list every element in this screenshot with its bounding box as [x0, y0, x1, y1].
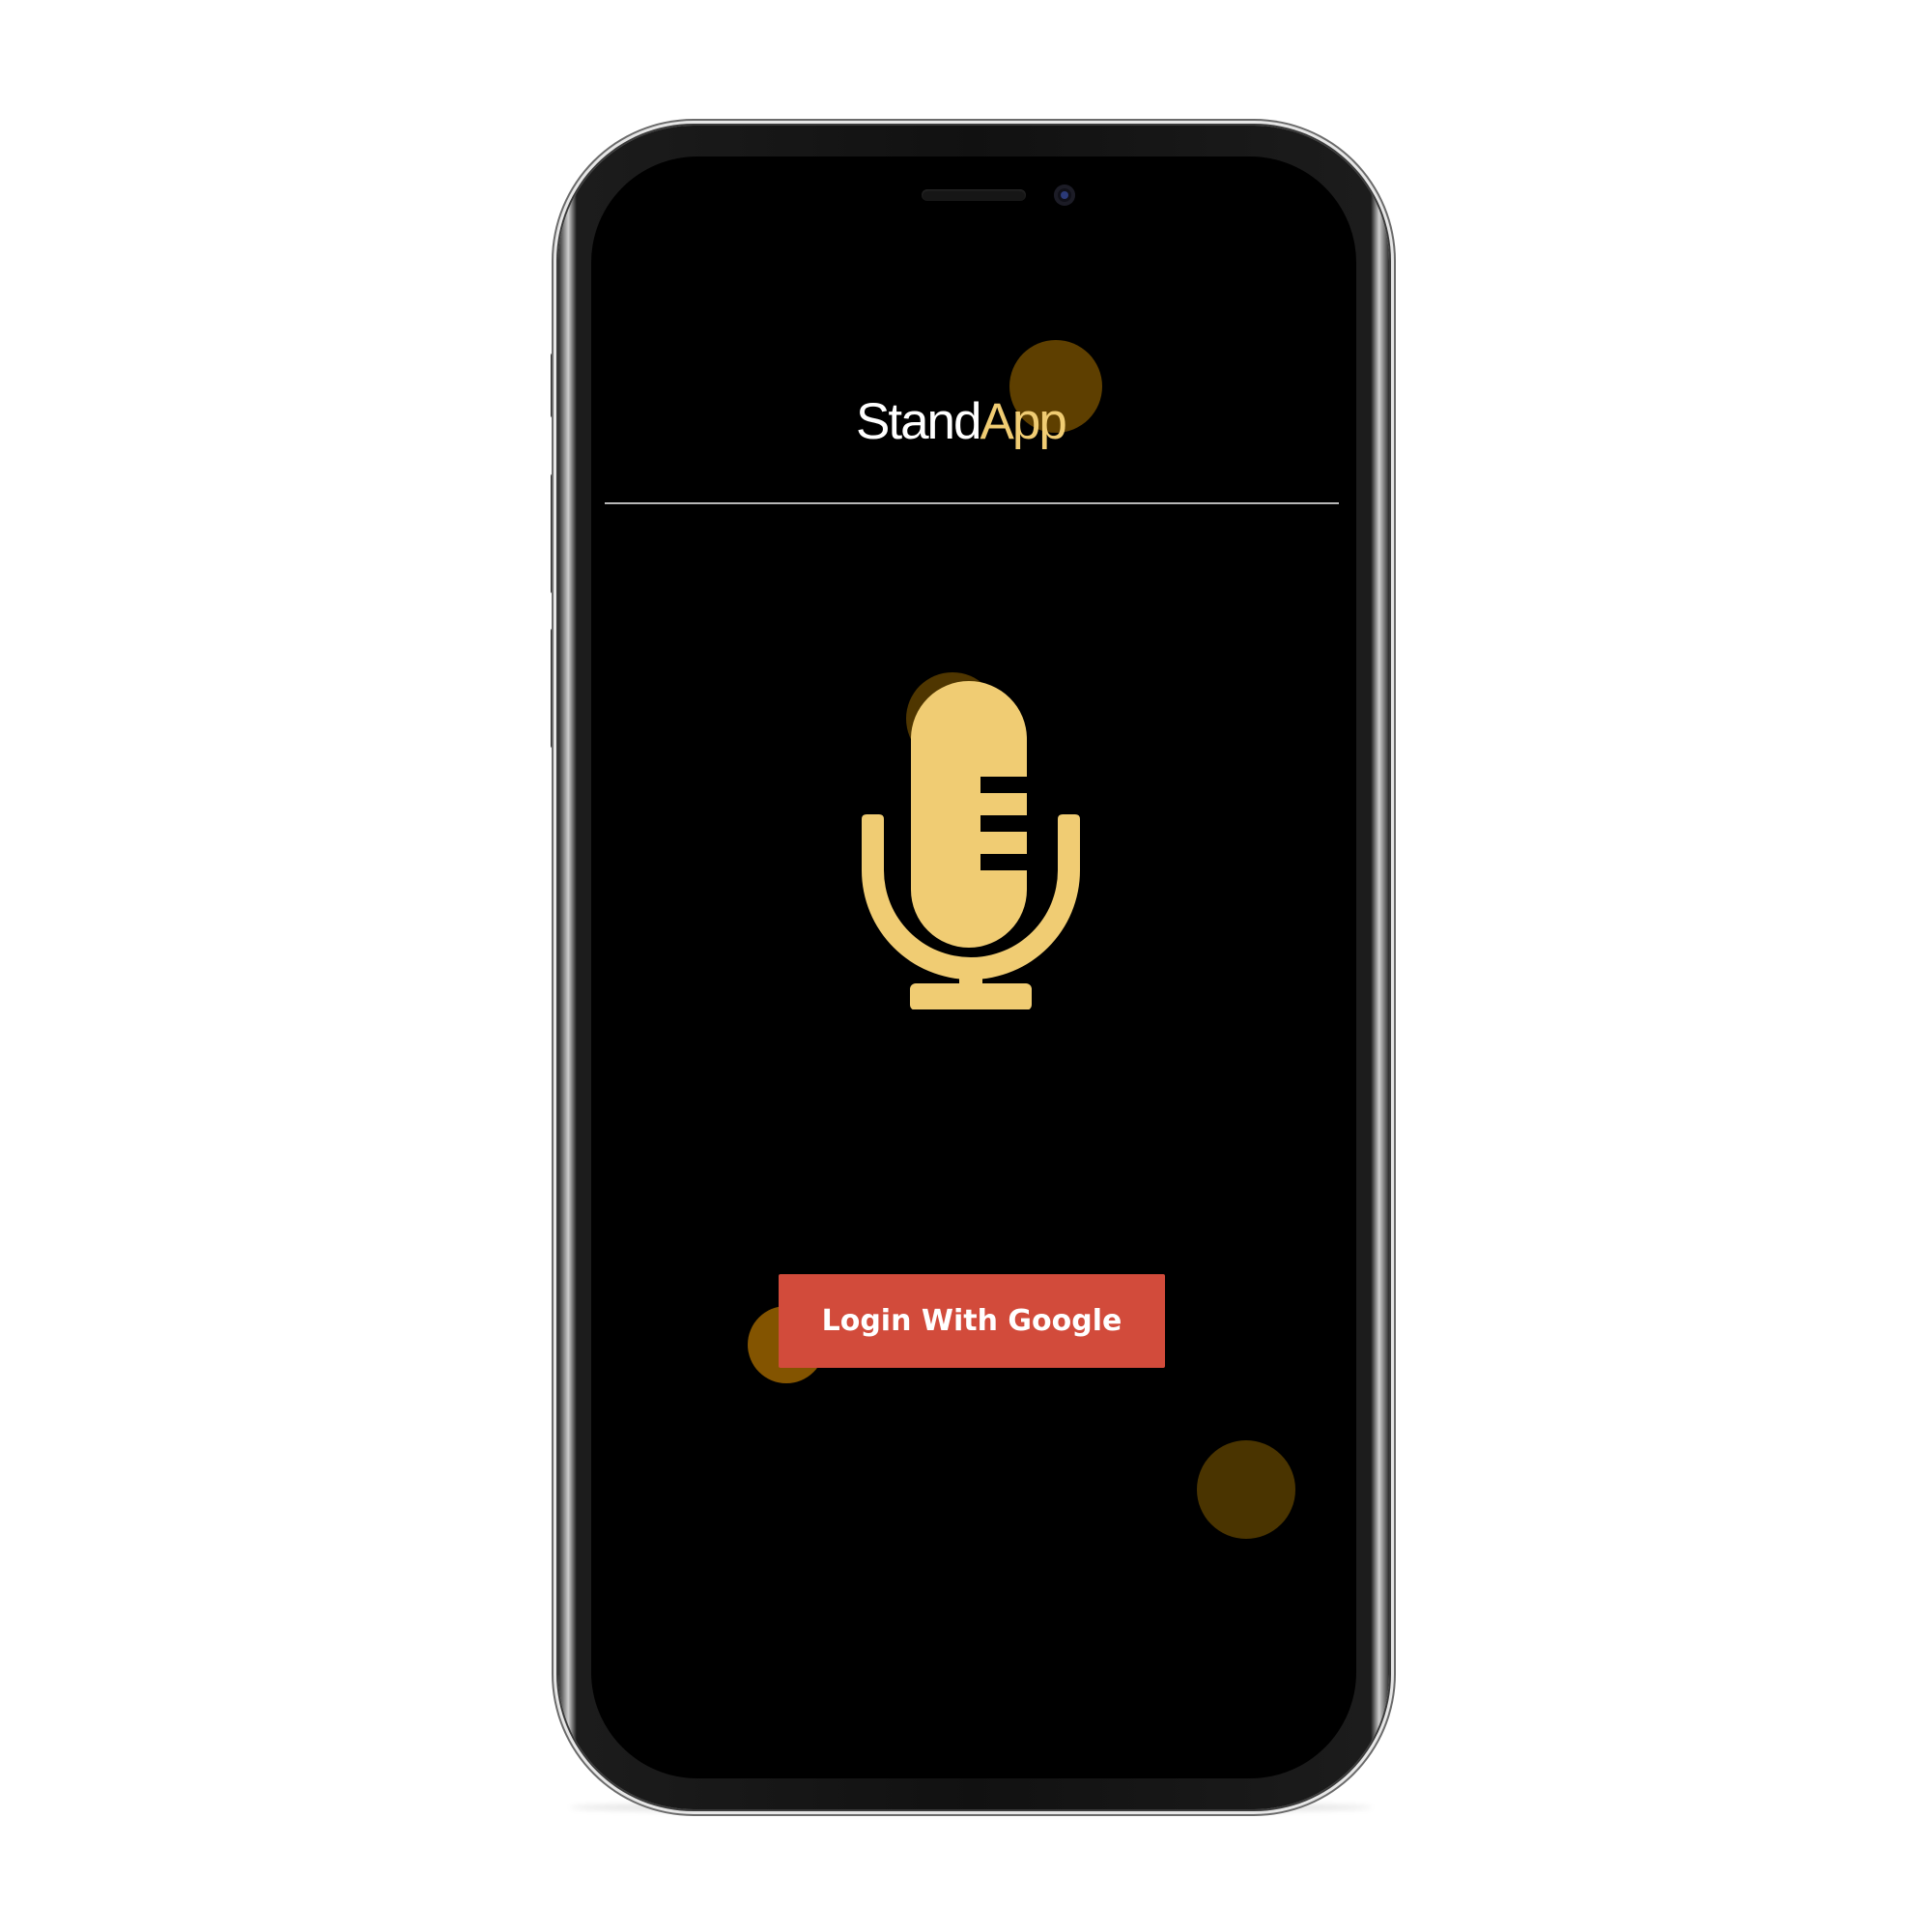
login-with-google-button[interactable]: Login With Google [779, 1274, 1165, 1368]
logo-word-stand: Stand [856, 393, 982, 450]
header-divider [605, 502, 1339, 504]
front-camera [1054, 185, 1075, 206]
microphone-icon [862, 681, 1080, 1009]
logo-word-app: App [980, 393, 1067, 450]
decorative-bubble [1197, 1440, 1295, 1539]
earpiece-speaker [922, 189, 1026, 201]
app-logo: StandApp [856, 388, 1097, 456]
